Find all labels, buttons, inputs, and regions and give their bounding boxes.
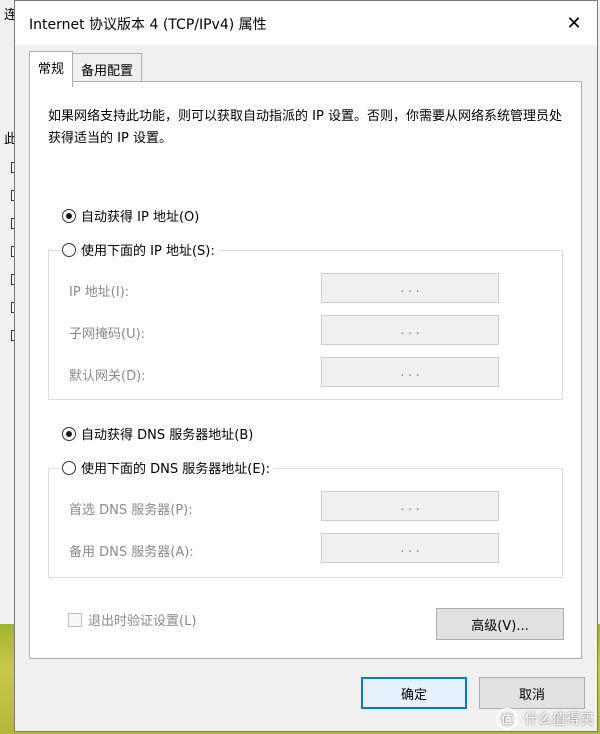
tab-strip: 常规 备用配置 bbox=[29, 51, 143, 87]
default-gateway-placeholder: . . . bbox=[400, 365, 420, 379]
dialog-title: Internet 协议版本 4 (TCP/IPv4) 属性 bbox=[29, 17, 267, 33]
ip-address-group: IP 地址(I): . . . 子网掩码(U): . . . 默认网关(D): … bbox=[48, 250, 563, 400]
manual-ip-label: 使用下面的 IP 地址(S): bbox=[81, 244, 215, 259]
close-icon: ✕ bbox=[566, 12, 582, 34]
tab-alternate-configuration[interactable]: 备用配置 bbox=[72, 53, 143, 82]
advanced-button[interactable]: 高级(V)... bbox=[436, 608, 564, 640]
ip-address-field: . . . bbox=[321, 273, 499, 303]
manual-ip-radio-row[interactable]: 使用下面的 IP 地址(S): bbox=[62, 240, 219, 259]
auto-dns-label: 自动获得 DNS 服务器地址(B) bbox=[81, 428, 254, 443]
manual-ip-radio[interactable] bbox=[62, 242, 76, 257]
auto-dns-radio-row[interactable]: 自动获得 DNS 服务器地址(B) bbox=[62, 424, 258, 443]
radio-selected-dot bbox=[66, 430, 72, 437]
auto-ip-label: 自动获得 IP 地址(O) bbox=[81, 210, 200, 225]
subnet-mask-label: 子网掩码(U): bbox=[69, 327, 146, 342]
watermark-logo-icon: 值 bbox=[496, 708, 518, 730]
preferred-dns-label: 首选 DNS 服务器(P): bbox=[69, 503, 193, 518]
description-text: 如果网络支持此功能，则可以获取自动指派的 IP 设置。否则，你需要从网络系统管理… bbox=[48, 109, 562, 146]
manual-dns-radio[interactable] bbox=[62, 460, 76, 475]
dns-server-group: 首选 DNS 服务器(P): . . . 备用 DNS 服务器(A): . . … bbox=[48, 468, 563, 578]
ok-button[interactable]: 确定 bbox=[361, 677, 467, 709]
ip-address-placeholder: . . . bbox=[400, 281, 420, 295]
validate-settings-checkbox bbox=[68, 612, 82, 627]
subnet-mask-field: . . . bbox=[321, 315, 499, 345]
watermark-text: 什么值得买 bbox=[524, 712, 594, 728]
default-gateway-field: . . . bbox=[321, 357, 499, 387]
validate-settings-row: 退出时验证设置(L) bbox=[68, 610, 196, 629]
validate-settings-label: 退出时验证设置(L) bbox=[88, 614, 197, 629]
title-bar[interactable]: Internet 协议版本 4 (TCP/IPv4) 属性 ✕ bbox=[15, 1, 597, 45]
manual-dns-radio-row[interactable]: 使用下面的 DNS 服务器地址(E): bbox=[62, 458, 274, 477]
preferred-dns-field: . . . bbox=[321, 491, 499, 521]
manual-dns-label: 使用下面的 DNS 服务器地址(E): bbox=[81, 462, 270, 477]
close-button[interactable]: ✕ bbox=[551, 1, 597, 45]
auto-ip-radio-row[interactable]: 自动获得 IP 地址(O) bbox=[62, 206, 204, 225]
cancel-button[interactable]: 取消 bbox=[479, 677, 585, 709]
alternate-dns-placeholder: . . . bbox=[400, 541, 420, 555]
auto-dns-radio[interactable] bbox=[62, 426, 76, 441]
subnet-mask-placeholder: . . . bbox=[400, 323, 420, 337]
default-gateway-label: 默认网关(D): bbox=[69, 369, 146, 384]
radio-selected-dot bbox=[66, 212, 72, 219]
alternate-dns-label: 备用 DNS 服务器(A): bbox=[69, 545, 194, 560]
auto-ip-radio[interactable] bbox=[62, 208, 76, 223]
alternate-dns-field: . . . bbox=[321, 533, 499, 563]
general-tab-panel: 如果网络支持此功能，则可以获取自动指派的 IP 设置。否则，你需要从网络系统管理… bbox=[29, 81, 582, 659]
tab-general[interactable]: 常规 bbox=[29, 51, 74, 87]
preferred-dns-placeholder: . . . bbox=[400, 499, 420, 513]
ip-address-label: IP 地址(I): bbox=[69, 285, 130, 300]
tcpip-properties-dialog: Internet 协议版本 4 (TCP/IPv4) 属性 ✕ 常规 备用配置 … bbox=[14, 0, 598, 732]
watermark: 值 什么值得买 bbox=[496, 708, 594, 730]
